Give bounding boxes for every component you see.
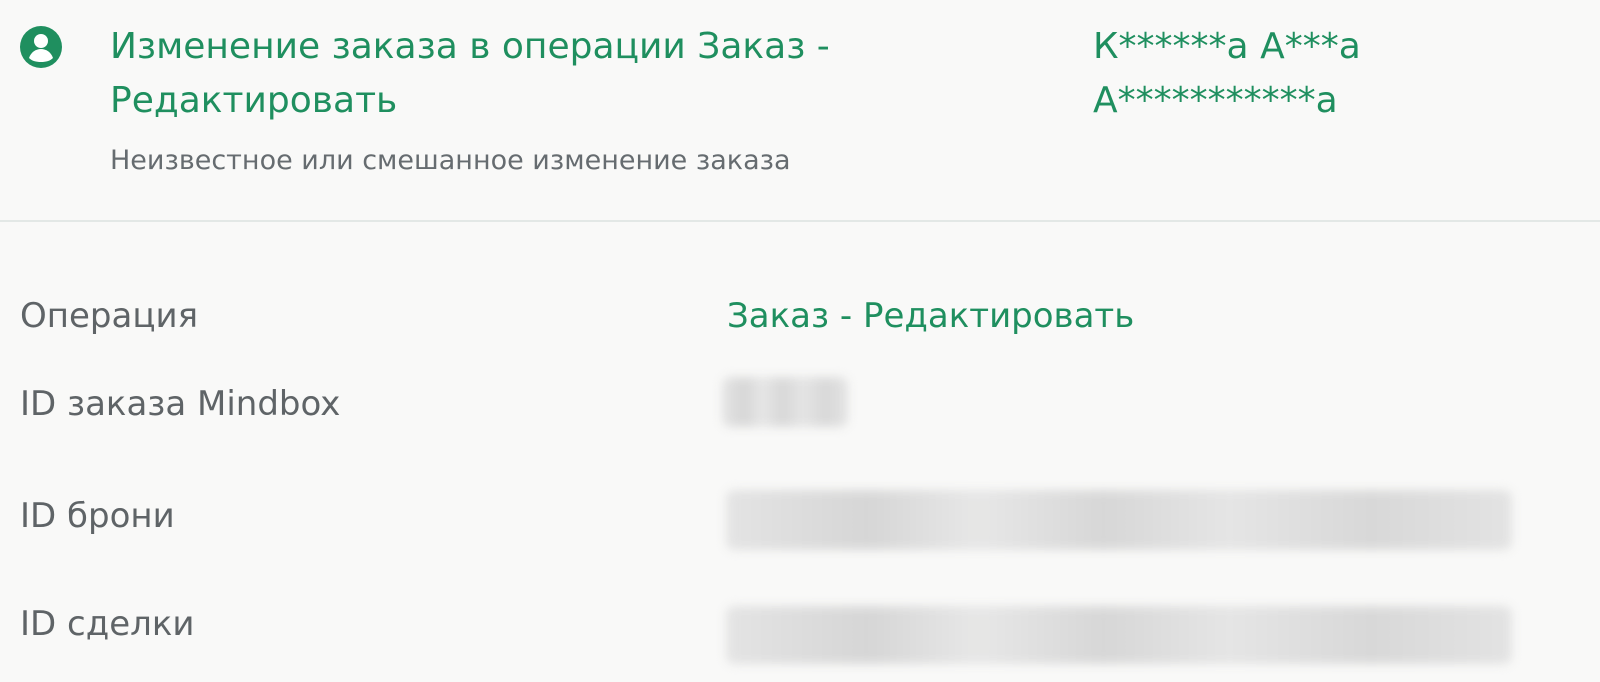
- mindbox-id-row: ID заказа Mindbox: [0, 374, 1600, 434]
- operation-value-link[interactable]: Заказ - Редактировать: [727, 286, 1134, 346]
- customer-name-link[interactable]: К******а А***а А***********а: [1093, 20, 1533, 128]
- booking-id-redacted-value: [726, 490, 1512, 550]
- operation-row: Операция Заказ - Редактировать: [0, 286, 1600, 346]
- deal-id-row: ID сделки: [0, 594, 1600, 664]
- booking-id-label: ID брони: [20, 496, 175, 536]
- booking-id-row: ID брони: [0, 486, 1600, 550]
- event-header: Изменение заказа в операции Заказ - Реда…: [0, 0, 1600, 222]
- deal-id-redacted-value: [726, 606, 1512, 664]
- mindbox-id-redacted-value: [722, 377, 848, 427]
- event-title[interactable]: Изменение заказа в операции Заказ - Реда…: [110, 20, 1010, 128]
- operation-label: Операция: [20, 296, 199, 336]
- event-subtitle: Неизвестное или смешанное изменение зака…: [110, 145, 791, 176]
- mindbox-id-label: ID заказа Mindbox: [20, 384, 341, 424]
- user-circle-icon: [20, 26, 62, 68]
- deal-id-label: ID сделки: [20, 604, 195, 644]
